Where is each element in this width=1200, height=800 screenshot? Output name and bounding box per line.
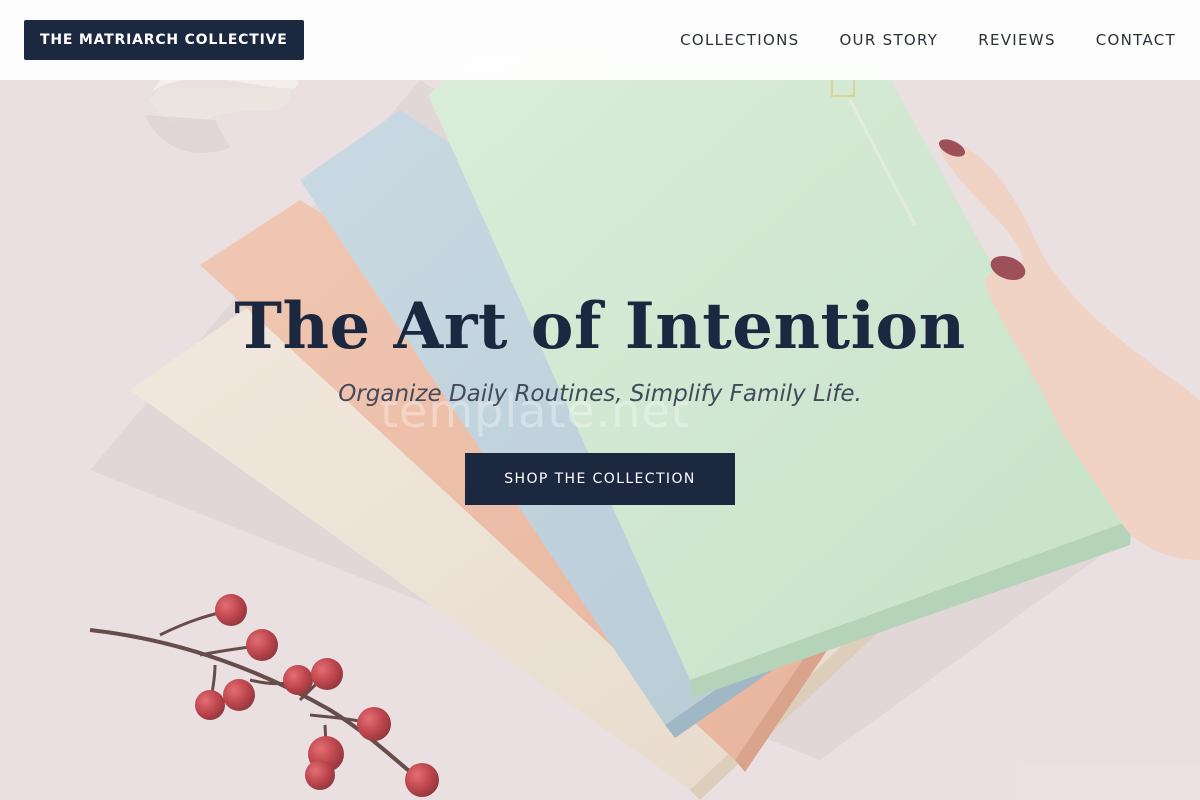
hero-subtitle: Organize Daily Routines, Simplify Family… bbox=[338, 381, 862, 407]
nav-link-contact[interactable]: CONTACT bbox=[1096, 31, 1176, 49]
nav-link-reviews[interactable]: REVIEWS bbox=[978, 31, 1056, 49]
landing-page: THE MATRIARCH COLLECTIVE COLLECTIONS OUR… bbox=[0, 0, 1200, 800]
brand-logo[interactable]: THE MATRIARCH COLLECTIVE bbox=[24, 20, 304, 60]
nav-link-collections[interactable]: COLLECTIONS bbox=[680, 31, 799, 49]
site-header: THE MATRIARCH COLLECTIVE COLLECTIONS OUR… bbox=[0, 0, 1200, 80]
main-nav: COLLECTIONS OUR STORY REVIEWS CONTACT bbox=[680, 0, 1176, 80]
shop-collection-button[interactable]: SHOP THE COLLECTION bbox=[465, 453, 735, 505]
hero-section: The Art of Intention Organize Daily Rout… bbox=[0, 285, 1200, 505]
nav-link-our-story[interactable]: OUR STORY bbox=[839, 31, 938, 49]
hero-title: The Art of Intention bbox=[234, 289, 966, 364]
